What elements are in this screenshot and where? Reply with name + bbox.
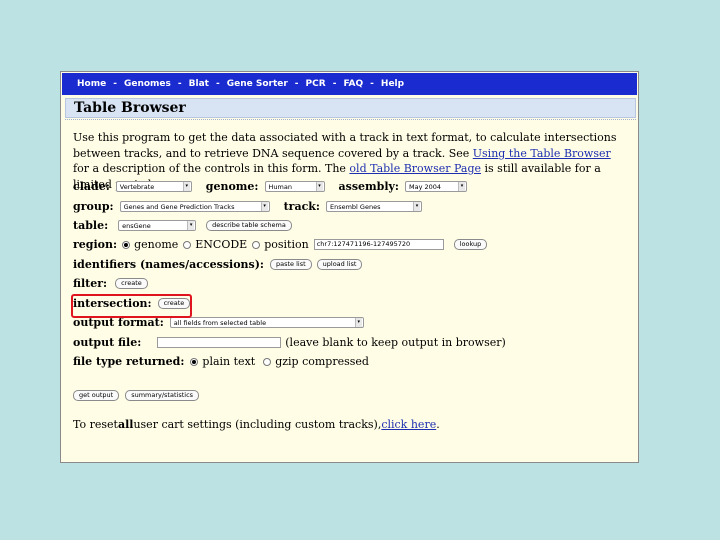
nav-blat[interactable]: Blat bbox=[189, 79, 209, 89]
output-file-label: output file: bbox=[73, 336, 142, 349]
describe-schema-button[interactable]: describe table schema bbox=[206, 220, 292, 231]
nav-help[interactable]: Help bbox=[381, 79, 404, 89]
nav-pcr[interactable]: PCR bbox=[306, 79, 326, 89]
intersection-highlight-box bbox=[71, 294, 192, 318]
title-bar: Table Browser bbox=[65, 98, 636, 118]
old-table-browser-link[interactable]: old Table Browser Page bbox=[349, 162, 481, 175]
region-encode-radio[interactable] bbox=[183, 240, 192, 249]
table-value: ensGene bbox=[122, 221, 151, 230]
position-input[interactable]: chr7:127471196-127495720 bbox=[313, 239, 444, 250]
reset-row: To reset all user cart settings (includi… bbox=[73, 418, 440, 431]
region-row: region: genome ENCODE position chr7:1274… bbox=[73, 238, 488, 251]
genome-label: genome: bbox=[205, 180, 259, 193]
genome-select[interactable]: Human ▾ bbox=[264, 181, 325, 192]
filter-label: filter: bbox=[73, 277, 108, 290]
group-value: Genes and Gene Prediction Tracks bbox=[123, 202, 235, 211]
select-arrow-icon: ▾ bbox=[457, 182, 465, 191]
clade-value: Vertebrate bbox=[119, 182, 155, 191]
select-arrow-icon: ▾ bbox=[354, 318, 362, 327]
group-label: group: bbox=[73, 200, 114, 213]
dotted-divider bbox=[65, 119, 636, 120]
nav-faq[interactable]: FAQ bbox=[343, 79, 363, 89]
nav-separator: - bbox=[113, 79, 117, 89]
nav-separator: - bbox=[177, 79, 182, 89]
upload-list-button[interactable]: upload list bbox=[316, 259, 363, 270]
filter-row: filter: create bbox=[73, 277, 148, 290]
plain-text-radio[interactable] bbox=[190, 357, 199, 366]
reset-text: . bbox=[436, 418, 440, 431]
reset-click-here-link[interactable]: click here bbox=[381, 418, 436, 431]
lookup-button[interactable]: lookup bbox=[453, 239, 488, 250]
select-arrow-icon: ▾ bbox=[187, 221, 195, 230]
nav-home[interactable]: Home bbox=[77, 79, 106, 89]
group-select[interactable]: Genes and Gene Prediction Tracks ▾ bbox=[119, 201, 270, 212]
actions-row: get output summary/statistics bbox=[73, 390, 200, 401]
output-file-input[interactable] bbox=[157, 337, 282, 348]
file-type-row: file type returned: plain text gzip comp… bbox=[73, 355, 369, 368]
identifiers-row: identifiers (names/accessions): paste li… bbox=[73, 258, 363, 271]
region-position-radio[interactable] bbox=[252, 240, 261, 249]
region-encode-label: ENCODE bbox=[195, 238, 248, 251]
clade-label: clade: bbox=[73, 180, 110, 193]
nav-separator: - bbox=[215, 79, 220, 89]
paste-list-button[interactable]: paste list bbox=[270, 259, 312, 270]
select-arrow-icon: ▾ bbox=[315, 182, 323, 191]
output-file-row: output file: (leave blank to keep output… bbox=[73, 336, 506, 349]
summary-statistics-button[interactable]: summary/statistics bbox=[125, 390, 200, 401]
clade-select[interactable]: Vertebrate ▾ bbox=[115, 181, 192, 192]
table-label: table: bbox=[73, 219, 109, 232]
track-label: track: bbox=[283, 200, 320, 213]
reset-text: user cart settings (including custom tra… bbox=[133, 418, 382, 431]
nav-separator: - bbox=[370, 79, 374, 89]
gzip-label: gzip compressed bbox=[275, 355, 369, 368]
main-content: Use this program to get the data associa… bbox=[73, 130, 629, 431]
track-select[interactable]: Ensembl Genes ▾ bbox=[325, 201, 422, 212]
assembly-select[interactable]: May 2004 ▾ bbox=[404, 181, 467, 192]
get-output-button[interactable]: get output bbox=[73, 390, 120, 401]
assembly-label: assembly: bbox=[338, 180, 399, 193]
nav-separator: - bbox=[294, 79, 299, 89]
reset-all-text: all bbox=[117, 418, 134, 431]
group-row: group: Genes and Gene Prediction Tracks ▾… bbox=[73, 200, 422, 213]
nav-genomes[interactable]: Genomes bbox=[124, 79, 171, 89]
region-genome-label: genome bbox=[134, 238, 179, 251]
region-position-label: position bbox=[264, 238, 309, 251]
output-format-select[interactable]: all fields from selected table ▾ bbox=[169, 317, 364, 328]
page-title: Table Browser bbox=[74, 100, 186, 116]
reset-text: To reset bbox=[73, 418, 118, 431]
output-format-value: all fields from selected table bbox=[173, 318, 267, 327]
identifiers-label: identifiers (names/accessions): bbox=[73, 258, 264, 271]
browser-frame: Home - Genomes - Blat - Gene Sorter - PC… bbox=[60, 71, 639, 463]
select-arrow-icon: ▾ bbox=[412, 202, 420, 211]
file-type-label: file type returned: bbox=[73, 355, 185, 368]
plain-text-label: plain text bbox=[202, 355, 256, 368]
nav-gene-sorter[interactable]: Gene Sorter bbox=[227, 79, 288, 89]
select-arrow-icon: ▾ bbox=[260, 202, 268, 211]
output-file-note: (leave blank to keep output in browser) bbox=[285, 336, 506, 349]
table-select[interactable]: ensGene ▾ bbox=[118, 220, 197, 231]
track-value: Ensembl Genes bbox=[329, 202, 381, 211]
using-table-browser-link[interactable]: Using the Table Browser bbox=[473, 147, 611, 160]
clade-row: clade: Vertebrate ▾ genome: Human ▾ assemb… bbox=[73, 180, 467, 193]
top-nav-bar: Home - Genomes - Blat - Gene Sorter - PC… bbox=[62, 73, 637, 95]
select-arrow-icon: ▾ bbox=[182, 182, 190, 191]
filter-create-button[interactable]: create bbox=[115, 278, 148, 289]
intro-text: for a description of the controls in thi… bbox=[73, 162, 350, 175]
nav-separator: - bbox=[332, 79, 337, 89]
region-label: region: bbox=[73, 238, 118, 251]
region-genome-radio[interactable] bbox=[122, 240, 131, 249]
gzip-radio[interactable] bbox=[263, 357, 272, 366]
assembly-value: May 2004 bbox=[408, 182, 442, 191]
table-row: table: ensGene ▾ describe table schema bbox=[73, 219, 292, 232]
genome-value: Human bbox=[268, 182, 292, 191]
